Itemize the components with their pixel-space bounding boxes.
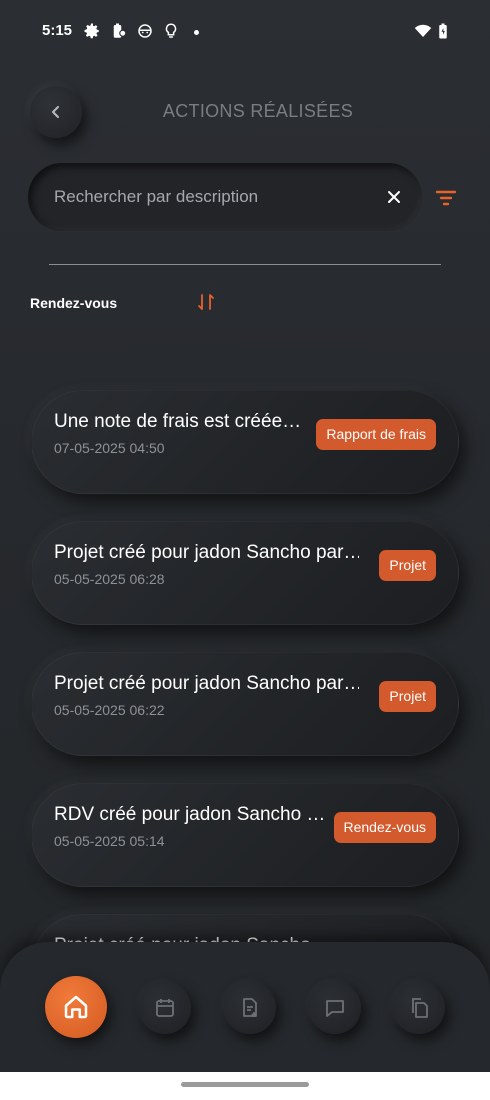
settings-icon [84, 23, 99, 39]
action-type-badge: Projet [379, 550, 436, 581]
bottom-navigation [0, 942, 490, 1072]
nav-files-button[interactable] [393, 982, 445, 1034]
nav-home-button[interactable] [45, 976, 107, 1038]
lightbulb-icon [165, 23, 177, 38]
action-date: 07-05-2025 04:50 [54, 440, 165, 456]
action-card[interactable]: Projet créé pour jadon Sancho par… 05-05… [31, 652, 459, 756]
wifi-icon [414, 24, 432, 37]
action-title: RDV créé pour jadon Sancho … [54, 804, 324, 825]
action-date: 05-05-2025 06:22 [54, 702, 165, 718]
action-type-badge: Projet [379, 681, 436, 712]
action-title: Projet créé pour jadon Sancho par… [54, 673, 359, 694]
action-title: Projet créé pour jadon Sancho par… [54, 542, 359, 563]
action-date: 05-05-2025 05:14 [54, 833, 165, 849]
face-icon [138, 24, 152, 38]
divider [49, 264, 441, 265]
battery-icon [439, 23, 447, 39]
status-time: 5:15 [42, 22, 73, 39]
home-indicator[interactable] [181, 1082, 309, 1087]
action-title: Une note de frais est créée… [54, 411, 302, 432]
action-type-badge: Rendez-vous [333, 812, 436, 843]
action-card[interactable]: Une note de frais est créée… 07-05-2025 … [31, 390, 459, 494]
battery-saver-icon [113, 23, 127, 38]
filter-icon[interactable] [434, 186, 458, 210]
action-card[interactable]: Projet créé pour jadon Sancho par… 05-05… [31, 521, 459, 625]
action-card[interactable]: RDV créé pour jadon Sancho … 05-05-2025 … [31, 783, 459, 887]
sort-icon[interactable] [196, 292, 216, 312]
sort-label: Rendez-vous [30, 295, 118, 311]
nav-document-button[interactable] [224, 982, 276, 1034]
page-title: ACTIONS RÉALISÉES [162, 101, 354, 121]
document-add-icon [243, 998, 257, 1017]
home-icon [64, 995, 88, 1019]
nav-chat-button[interactable] [309, 982, 361, 1034]
search-input[interactable] [54, 183, 374, 211]
action-type-badge: Rapport de frais [316, 419, 436, 450]
close-icon[interactable] [384, 187, 404, 207]
nav-calendar-button[interactable] [139, 982, 191, 1034]
status-bar: 5:15 [0, 18, 490, 48]
app-screen: 5:15 ACTIONS RÉALISÉES Rendez-vous Une n… [0, 0, 490, 1072]
calendar-icon [156, 999, 174, 1017]
action-date: 05-05-2025 06:28 [54, 571, 165, 587]
search-bar [28, 163, 422, 231]
notification-dot [194, 30, 199, 35]
chat-icon [326, 1000, 344, 1017]
files-icon [412, 998, 428, 1018]
